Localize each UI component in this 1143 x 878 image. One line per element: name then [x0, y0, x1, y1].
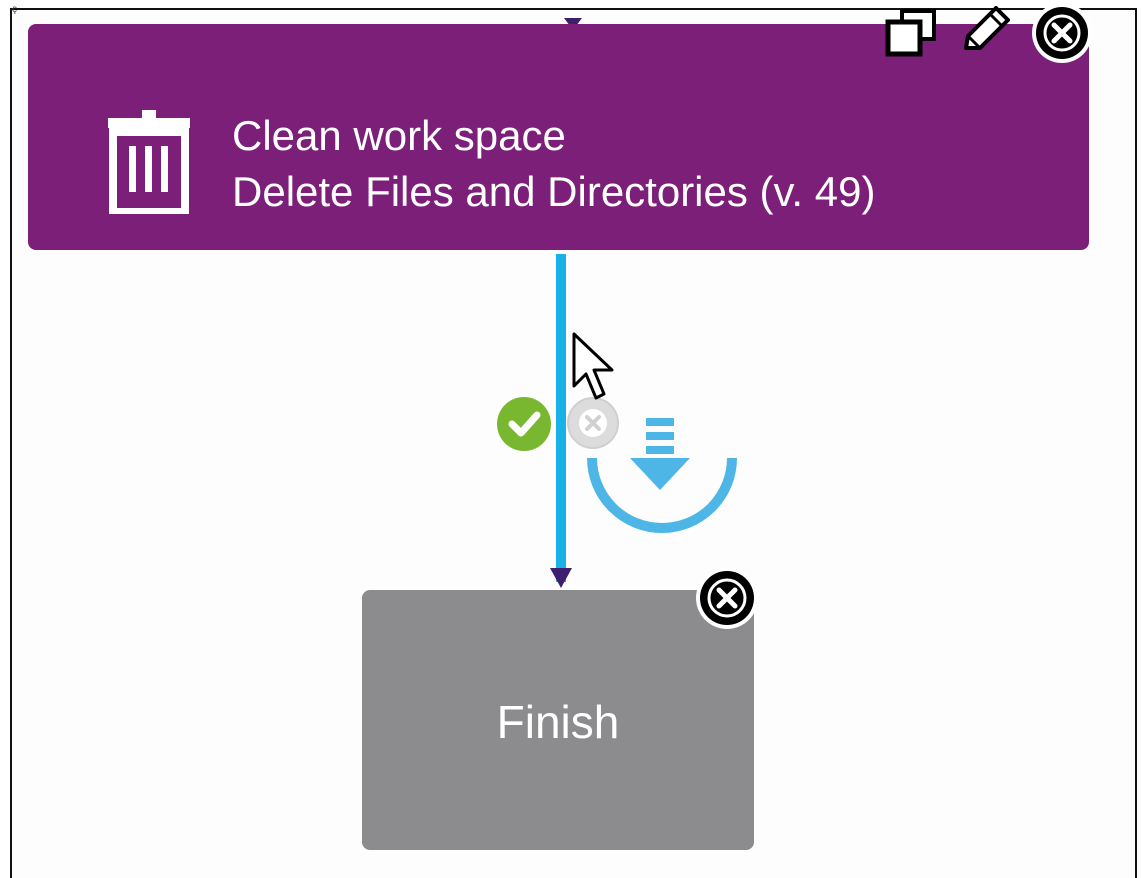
drop-target-icon[interactable] [586, 414, 738, 536]
connector-arrowhead [550, 568, 572, 588]
edit-pencil-icon[interactable] [958, 6, 1016, 58]
copy-icon[interactable] [884, 8, 942, 58]
step-subtitle: Delete Files and Directories (v. 49) [232, 168, 876, 215]
connector-line [556, 254, 566, 582]
top-glyph: ç [12, 4, 17, 15]
check-circle-icon[interactable] [496, 396, 552, 452]
finish-label: Finish [496, 696, 620, 748]
close-icon[interactable] [1026, 2, 1098, 64]
close-icon[interactable] [690, 566, 764, 630]
mouse-pointer-icon [572, 332, 614, 400]
step-title: Clean work space [232, 112, 566, 159]
trash-icon [108, 110, 190, 214]
